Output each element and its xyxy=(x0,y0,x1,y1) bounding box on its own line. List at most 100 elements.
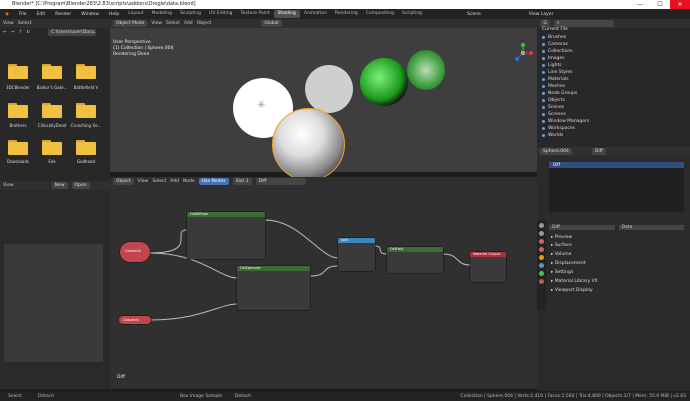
node-add-menu[interactable]: Add xyxy=(170,179,179,184)
minimize-button[interactable]: — xyxy=(630,0,650,9)
menu-window[interactable]: Window xyxy=(76,12,104,17)
menu-edit[interactable]: Edit xyxy=(31,12,50,17)
refresh-icon[interactable]: ↻ xyxy=(26,30,30,35)
tab-sculpting[interactable]: Sculpting xyxy=(176,10,205,18)
orientation-dropdown[interactable]: Global xyxy=(261,20,282,27)
outliner-item-scenes[interactable]: Scenes xyxy=(542,105,564,110)
material-name-field[interactable]: Diff xyxy=(549,224,615,230)
glossy-sphere[interactable] xyxy=(407,50,445,90)
viewport-select-menu[interactable]: Select xyxy=(166,21,180,26)
menu-file[interactable]: File xyxy=(14,12,32,17)
outliner-item-brushes[interactable]: Brushes xyxy=(542,35,566,40)
osl-diffuse-node[interactable]: OslDiffuse xyxy=(187,212,265,259)
outliner-item-lights[interactable]: Lights xyxy=(542,63,562,68)
outliner-search[interactable]: ⌕ xyxy=(554,20,615,27)
folder-icon[interactable] xyxy=(42,103,62,118)
material-tab-icon[interactable] xyxy=(539,279,544,284)
selected-sphere[interactable] xyxy=(272,108,345,181)
tab-shading[interactable]: Shading xyxy=(273,10,300,18)
viewport-view-menu[interactable]: View xyxy=(151,21,162,26)
node-select-menu[interactable]: Select xyxy=(152,179,166,184)
node-object-dropdown[interactable]: Object xyxy=(113,178,134,185)
parent-folder-icon[interactable]: ↑ xyxy=(19,30,23,35)
image-editor-view-menu[interactable]: View xyxy=(3,183,14,188)
osl-specular-node[interactable]: OslSpecular xyxy=(237,266,310,310)
navigation-gizmo-icon[interactable] xyxy=(512,42,534,64)
outliner-item-line-styles[interactable]: Line Styles xyxy=(542,70,572,75)
osl-emit-node[interactable]: OslEmit xyxy=(387,247,443,273)
maximize-button[interactable]: ☐ xyxy=(650,0,670,9)
add-node[interactable]: Add xyxy=(338,238,375,271)
node-editor-canvas[interactable]: ColorInfo ColorInfo OslDiffuse OslSpecul… xyxy=(110,186,537,389)
viewport-add-menu[interactable]: Add xyxy=(184,21,193,26)
scene-selector[interactable]: Scene xyxy=(462,12,486,17)
render-tab-icon[interactable] xyxy=(539,223,544,228)
folder-icon[interactable] xyxy=(8,140,28,155)
folder-icon[interactable] xyxy=(42,140,62,155)
outliner-display-mode[interactable]: ☰ xyxy=(540,20,551,27)
gray-sphere[interactable] xyxy=(305,65,353,113)
tab-compositing[interactable]: Compositing xyxy=(362,10,398,18)
open-image-button[interactable]: Open xyxy=(71,182,90,189)
green-sphere[interactable] xyxy=(360,58,408,106)
scene-tab-icon[interactable] xyxy=(539,239,544,244)
material-dropdown[interactable]: Diff xyxy=(255,178,306,185)
path-field[interactable]: C:\Users\user\Docu... xyxy=(48,29,97,36)
section-displacement[interactable]: ▸ Displacement xyxy=(551,261,586,266)
color-info-node-a[interactable]: ColorInfo xyxy=(120,242,150,262)
section-settings[interactable]: ▸ Settings xyxy=(551,270,573,275)
forward-arrow-icon[interactable]: → xyxy=(11,30,15,35)
properties-material-field[interactable]: Diff xyxy=(591,148,606,155)
folder-icon[interactable] xyxy=(8,103,28,118)
folder-icon[interactable] xyxy=(8,64,28,79)
folder-icon[interactable] xyxy=(76,140,96,155)
properties-object-field[interactable]: Sphere.004 xyxy=(540,148,572,155)
folder-icon[interactable] xyxy=(76,64,96,79)
slot-dropdown[interactable]: Slot 1 xyxy=(232,178,252,185)
menu-render[interactable]: Render xyxy=(50,12,76,17)
folder-icon[interactable] xyxy=(42,64,62,79)
close-button[interactable]: ✕ xyxy=(670,0,690,9)
section-material-library[interactable]: ▸ Material Library VX xyxy=(551,279,598,284)
outliner-item-collections[interactable]: Collections xyxy=(542,49,573,54)
material-slot-list[interactable]: Diff xyxy=(549,162,684,212)
outliner-item-window-managers[interactable]: Window Managers xyxy=(542,119,589,124)
tab-rendering[interactable]: Rendering xyxy=(331,10,362,18)
world-tab-icon[interactable] xyxy=(539,247,544,252)
object-tab-icon[interactable] xyxy=(539,255,544,260)
3d-viewport[interactable]: User Perspective (1) Collection | Sphere… xyxy=(110,28,537,181)
outliner-item-materials[interactable]: Materials xyxy=(542,77,569,82)
object-mode-dropdown[interactable]: Object Mode xyxy=(113,20,148,27)
section-volume[interactable]: ▸ Volume xyxy=(551,252,571,257)
material-slot-item[interactable]: Diff xyxy=(549,162,684,168)
outliner-item-images[interactable]: Images xyxy=(542,56,564,61)
view-layer-selector[interactable]: View Layer xyxy=(524,12,559,17)
use-nodes-checkbox[interactable]: Use Nodes xyxy=(198,178,229,185)
tab-uv-editing[interactable]: UV Editing xyxy=(205,10,236,18)
section-viewport-display[interactable]: ▸ Viewport Display xyxy=(551,288,593,293)
output-tab-icon[interactable] xyxy=(539,231,544,236)
outliner-item-worlds[interactable]: Worlds xyxy=(542,133,563,138)
tab-scripting[interactable]: Scripting xyxy=(398,10,426,18)
outliner-item-screens[interactable]: Screens xyxy=(542,112,566,117)
modifier-tab-icon[interactable] xyxy=(539,263,544,268)
tab-texture-paint[interactable]: Texture Paint xyxy=(237,10,274,18)
color-info-node-b[interactable]: ColorInfo xyxy=(119,316,151,324)
outliner-item-cameras[interactable]: Cameras xyxy=(542,42,568,47)
blender-logo-icon[interactable]: ◉ xyxy=(0,12,14,17)
section-surface[interactable]: ▸ Surface xyxy=(551,243,572,248)
tab-layout[interactable]: Layout xyxy=(124,10,147,18)
section-preview[interactable]: ▸ Preview xyxy=(551,235,572,240)
tab-animation[interactable]: Animation xyxy=(300,10,331,18)
material-output-node[interactable]: Material Output xyxy=(470,252,506,282)
file-browser-view-menu[interactable]: View xyxy=(3,21,14,26)
menu-help[interactable]: Help xyxy=(104,12,124,17)
node-node-menu[interactable]: Node xyxy=(183,179,195,184)
outliner-item-workspaces[interactable]: Workspaces xyxy=(542,126,575,131)
node-view-menu[interactable]: View xyxy=(138,179,149,184)
new-image-button[interactable]: New xyxy=(51,182,68,189)
outliner-item-objects[interactable]: Objects xyxy=(542,98,565,103)
back-arrow-icon[interactable]: ← xyxy=(3,30,7,35)
data-tab-icon[interactable] xyxy=(539,271,544,276)
image-canvas[interactable] xyxy=(4,244,103,362)
